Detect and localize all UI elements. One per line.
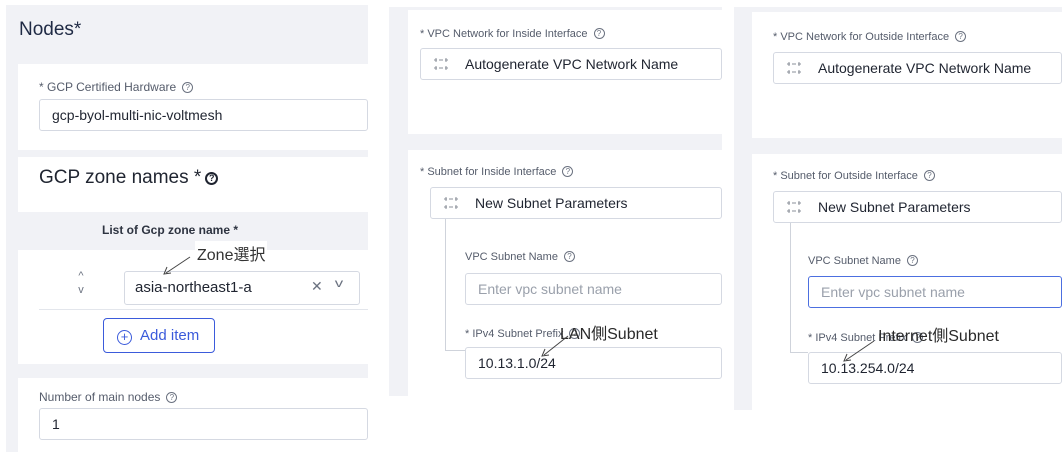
outside-panel: * VPC Network for Outside Interface? Aut… [734, 7, 1062, 410]
help-circle-icon[interactable]: ? [166, 392, 178, 403]
outside-subnet-card: * Subnet for Outside Interface? New Subn… [752, 154, 1062, 410]
main-nodes-card: Number of main nodes? 1 [18, 378, 368, 452]
inside-panel: * VPC Network for Inside Interface? Auto… [389, 7, 722, 396]
network-icon [433, 51, 449, 70]
help-circle-icon[interactable]: ? [593, 28, 605, 39]
help-circle-icon[interactable]: ? [955, 31, 967, 42]
network-icon [786, 55, 802, 74]
lan-annotation-arrow [541, 335, 569, 357]
divider [39, 309, 368, 310]
plus-circle-icon: + [117, 330, 132, 345]
add-item-button[interactable]: + Add item [103, 318, 215, 353]
inside-vpc-select[interactable]: Autogenerate VPC Network Name [420, 48, 722, 80]
outside-vpc-select[interactable]: Autogenerate VPC Network Name [773, 52, 1062, 84]
inside-vpc-label: * VPC Network for Inside Interface? [420, 28, 605, 40]
outside-vpc-label: * VPC Network for Outside Interface? [773, 31, 967, 43]
nodes-panel: Nodes* * GCP Certified Hardware? gcp-byo… [6, 5, 368, 452]
main-nodes-label: Number of main nodes? [39, 390, 178, 404]
main-nodes-field[interactable]: 1 [39, 408, 368, 440]
inside-vpc-card: * VPC Network for Inside Interface? Auto… [408, 10, 722, 134]
outside-vpc-card: * VPC Network for Outside Interface? Aut… [752, 12, 1062, 138]
internet-annotation-arrow [843, 340, 875, 362]
inside-subnet-card: * Subnet for Inside Interface? New Subne… [408, 150, 722, 396]
